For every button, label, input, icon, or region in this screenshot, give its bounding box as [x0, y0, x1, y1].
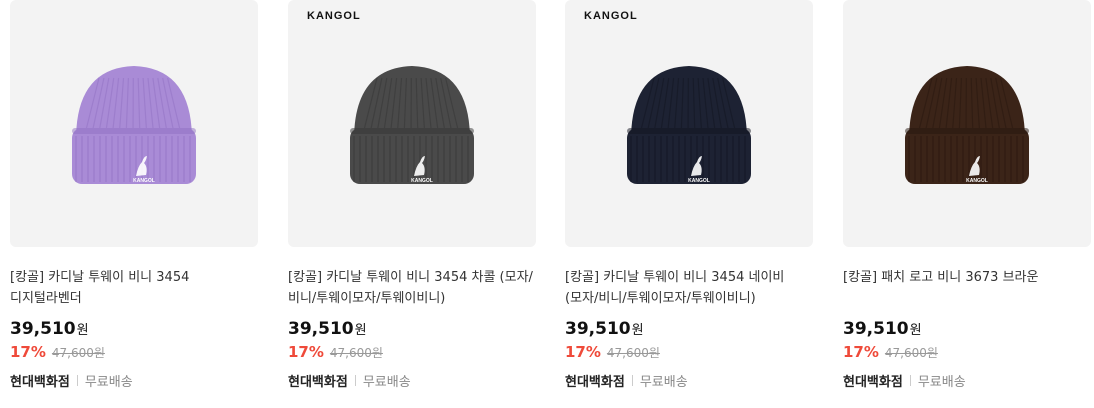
product-title[interactable]: [캉골] 카디날 투웨이 비니 3454 네이비 (모자/비니/투웨이모자/투웨… [565, 267, 813, 309]
discount-row: 17% 47,600원 [288, 343, 536, 367]
meta-row: 현대백화점 무료배송 [565, 371, 813, 390]
product-title[interactable]: [캉골] 카디날 투웨이 비니 3454 디지털라벤더 [10, 267, 258, 309]
sale-price: 39,510 [288, 319, 354, 339]
shipping-label: 무료배송 [917, 375, 966, 390]
discount-row: 17% 47,600원 [843, 343, 1091, 367]
original-price: 47,600원 [884, 346, 938, 360]
divider [631, 375, 633, 386]
divider [76, 375, 78, 386]
divider [354, 375, 356, 386]
currency-unit: 원 [76, 323, 89, 338]
meta-row: 현대백화점 무료배송 [843, 371, 1091, 390]
product-card[interactable]: KANGOL KANGOL [캉골] 카디날 투웨이 비니 3454 네이비 (… [565, 0, 813, 390]
price-row: 39,510 원 [10, 319, 258, 343]
original-price: 47,600원 [329, 346, 383, 360]
product-image[interactable]: KANGOL KANGOL [288, 0, 536, 247]
product-card[interactable]: KANGOL KANGOL [캉골] 카디날 투웨이 비니 3454 차콜 (모… [288, 0, 536, 390]
price-row: 39,510 원 [565, 319, 813, 343]
original-price: 47,600원 [51, 346, 105, 360]
product-title[interactable]: [캉골] 카디날 투웨이 비니 3454 차콜 (모자/비니/투웨이모자/투웨이… [288, 267, 536, 309]
price-row: 39,510 원 [288, 319, 536, 343]
discount-rate: 17% [565, 343, 601, 361]
original-price: 47,600원 [606, 346, 660, 360]
product-image[interactable]: KANGOL [10, 0, 258, 247]
currency-unit: 원 [354, 323, 367, 338]
discount-row: 17% 47,600원 [565, 343, 813, 367]
sale-price: 39,510 [10, 319, 76, 339]
currency-unit: 원 [909, 323, 922, 338]
shipping-label: 무료배송 [639, 375, 688, 390]
shipping-label: 무료배송 [362, 375, 411, 390]
product-grid: KANGOL [캉골] 카디날 투웨이 비니 3454 디지털라벤더 39,51… [0, 0, 1094, 408]
divider [909, 375, 911, 386]
discount-rate: 17% [288, 343, 324, 361]
meta-row: 현대백화점 무료배송 [288, 371, 536, 390]
discount-rate: 17% [10, 343, 46, 361]
sale-price: 39,510 [843, 319, 909, 339]
product-image[interactable]: KANGOL [843, 0, 1091, 247]
product-title[interactable]: [캉골] 패치 로고 비니 3673 브라운 [843, 267, 1091, 309]
currency-unit: 원 [631, 323, 644, 338]
svg-text:KANGOL: KANGOL [966, 178, 988, 184]
product-card[interactable]: KANGOL [캉골] 패치 로고 비니 3673 브라운 39,510 원 1… [843, 0, 1091, 390]
meta-row: 현대백화점 무료배송 [10, 371, 258, 390]
discount-row: 17% 47,600원 [10, 343, 258, 367]
seller-name: 현대백화점 [843, 375, 903, 390]
price-row: 39,510 원 [843, 319, 1091, 343]
seller-name: 현대백화점 [565, 375, 625, 390]
sale-price: 39,510 [565, 319, 631, 339]
svg-text:KANGOL: KANGOL [133, 178, 155, 184]
beanie-image: KANGOL [72, 66, 196, 184]
seller-name: 현대백화점 [10, 375, 70, 390]
svg-text:KANGOL: KANGOL [688, 178, 710, 184]
discount-rate: 17% [843, 343, 879, 361]
svg-text:KANGOL: KANGOL [411, 178, 433, 184]
shipping-label: 무료배송 [84, 375, 133, 390]
product-image[interactable]: KANGOL KANGOL [565, 0, 813, 247]
seller-name: 현대백화점 [288, 375, 348, 390]
beanie-image: KANGOL [627, 66, 751, 184]
beanie-image: KANGOL [350, 66, 474, 184]
beanie-image: KANGOL [905, 66, 1029, 184]
product-card[interactable]: KANGOL [캉골] 카디날 투웨이 비니 3454 디지털라벤더 39,51… [10, 0, 258, 390]
